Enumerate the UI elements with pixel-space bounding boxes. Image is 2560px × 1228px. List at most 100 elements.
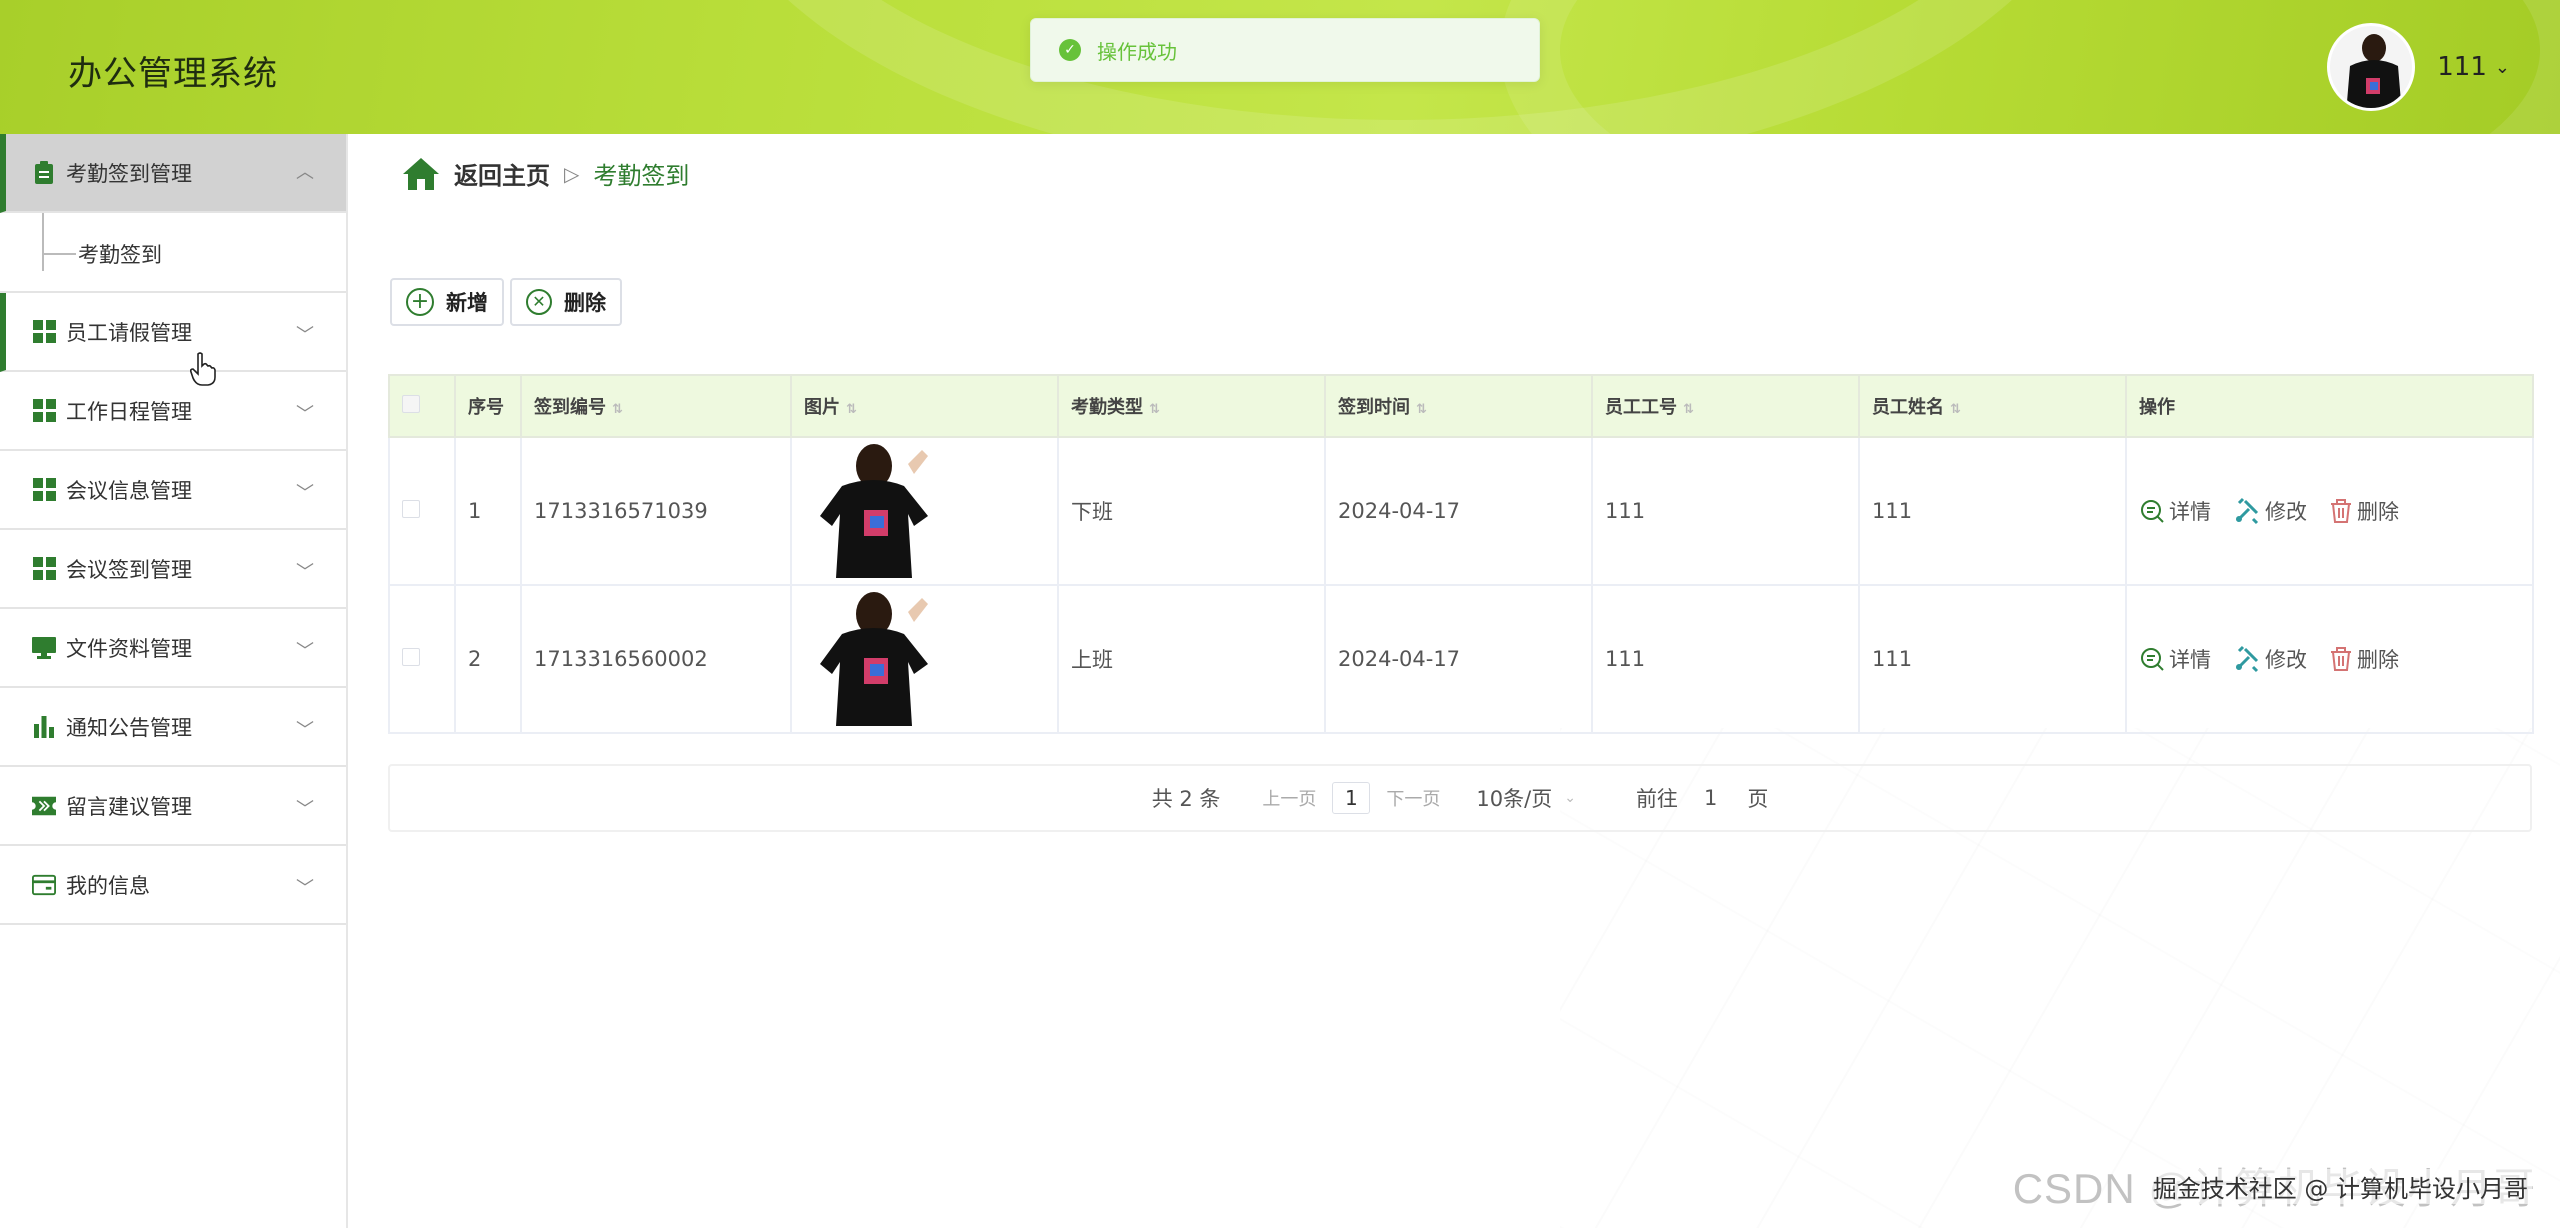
close-circle-icon: ✕ [526, 289, 552, 315]
row-checkbox[interactable] [402, 648, 420, 666]
chevron-up-icon: ︿ [296, 162, 314, 183]
prev-page-button[interactable]: 上一页 [1262, 785, 1316, 811]
detail-action[interactable]: 详情 [2139, 496, 2211, 526]
chevron-down-icon: ﹀ [296, 641, 314, 662]
page-number-current[interactable]: 1 [1332, 782, 1371, 814]
attendance-table: 序号 签到编号 ⇅ 图片 ⇅ 考勤类型 ⇅ 签到时间 ⇅ 员工工号 ⇅ 员工姓名 ⇅ 操作 … [388, 374, 2534, 734]
row-checkbox[interactable] [402, 500, 420, 518]
column-header-image[interactable]: 图片 ⇅ [790, 374, 1059, 438]
column-header-type[interactable]: 考勤类型 ⇅ [1057, 374, 1326, 438]
grid-icon [32, 478, 56, 502]
sidebar-subitem-label: 考勤签到 [78, 243, 162, 267]
sidebar-subitem-attendance-checkin[interactable]: 考勤签到 [42, 239, 162, 269]
pagination: 共 2 条 上一页 1 下一页 10条/页 ⌄ 前往 1 页 [388, 764, 2532, 832]
page-size-select[interactable]: 10条/页 ⌄ [1476, 783, 1576, 813]
column-header-time[interactable]: 签到时间 ⇅ [1324, 374, 1593, 438]
cell-actions: 详情 修改 删除 [2125, 584, 2534, 734]
sidebar-item-suggestion[interactable]: 留言建议管理 ﹀ [0, 767, 346, 846]
chevron-down-icon: ﹀ [296, 325, 314, 346]
cell-emp-name: 111 [1858, 584, 2127, 734]
column-header-emp-name[interactable]: 员工姓名 ⇅ [1858, 374, 2127, 438]
cell-type: 上班 [1057, 584, 1326, 734]
grid-icon [32, 399, 56, 423]
page-size-value: 10条/页 [1476, 787, 1553, 811]
tree-branch [42, 253, 76, 255]
sort-icon[interactable]: ⇅ [846, 402, 857, 417]
delete-button-label: 删除 [564, 291, 606, 315]
cell-code: 1713316571039 [520, 436, 792, 586]
table-row: 1 1713316571039 下班 2024-04-17 111 111 详情… [388, 436, 2534, 586]
sidebar-item-files[interactable]: 文件资料管理 ﹀ [0, 609, 346, 688]
sort-icon[interactable]: ⇅ [1683, 402, 1694, 417]
sidebar-item-my-info[interactable]: 我的信息 ﹀ [0, 846, 346, 925]
sidebar-item-meeting-checkin[interactable]: 会议签到管理 ﹀ [0, 530, 346, 609]
chevron-down-icon: ﹀ [296, 562, 314, 583]
sidebar-item-label: 通知公告管理 [66, 715, 192, 740]
attendance-photo[interactable] [804, 592, 942, 726]
breadcrumb: 返回主页 ▷ 考勤签到 [402, 156, 689, 191]
hand-cursor-icon [190, 352, 216, 386]
column-header-code[interactable]: 签到编号 ⇅ [520, 374, 792, 438]
breadcrumb-current: 考勤签到 [593, 162, 690, 190]
chevron-down-icon[interactable]: ⌄ [2495, 57, 2510, 78]
select-all-checkbox[interactable] [402, 394, 420, 413]
add-button-label: 新增 [446, 291, 488, 315]
avatar[interactable] [2327, 23, 2416, 111]
detail-action[interactable]: 详情 [2139, 644, 2211, 674]
app-title: 办公管理系统 [68, 54, 278, 94]
sort-icon[interactable]: ⇅ [1950, 402, 1961, 417]
sort-icon[interactable]: ⇅ [1416, 402, 1427, 417]
breadcrumb-home-link[interactable]: 返回主页 [454, 156, 550, 191]
delete-action[interactable]: 删除 [2329, 496, 2399, 526]
edit-action[interactable]: 修改 [2233, 644, 2307, 674]
wrench-icon [2235, 645, 2259, 673]
chevron-down-icon: ﹀ [296, 799, 314, 820]
cell-actions: 详情 修改 删除 [2125, 436, 2534, 586]
table-header-row: 序号 签到编号 ⇅ 图片 ⇅ 考勤类型 ⇅ 签到时间 ⇅ 员工工号 ⇅ 员工姓名 ⇅ 操作 [388, 374, 2534, 438]
add-button[interactable]: + 新增 [390, 278, 504, 326]
cell-time: 2024-04-17 [1324, 436, 1593, 586]
chevron-down-icon: ﹀ [296, 404, 314, 425]
chevron-down-icon: ⌄ [1564, 790, 1576, 806]
sidebar-item-meeting-info[interactable]: 会议信息管理 ﹀ [0, 451, 346, 530]
sidebar-item-attendance[interactable]: 考勤签到管理 ︿ [0, 134, 346, 213]
sort-icon[interactable]: ⇅ [612, 402, 623, 417]
sidebar: 考勤签到管理 ︿ 考勤签到 员工请假管理 ﹀ 工作日程管理 ﹀ 会议信息管理 ﹀… [0, 134, 348, 1228]
sidebar-item-label: 员工请假管理 [66, 320, 192, 345]
grid-icon [32, 320, 56, 344]
attendance-photo[interactable] [804, 444, 942, 578]
cell-emp-no: 111 [1591, 436, 1860, 586]
next-page-button[interactable]: 下一页 [1386, 785, 1440, 811]
sidebar-item-label: 会议签到管理 [66, 557, 192, 582]
column-header-actions: 操作 [2125, 374, 2534, 438]
table-row: 2 1713316560002 上班 2024-04-17 111 111 详情… [388, 584, 2534, 734]
delete-action[interactable]: 删除 [2329, 644, 2399, 674]
bar-chart-icon [32, 715, 56, 739]
sidebar-item-schedule[interactable]: 工作日程管理 ﹀ [0, 372, 346, 451]
goto-suffix: 页 [1747, 787, 1769, 811]
sidebar-item-label: 工作日程管理 [66, 399, 192, 424]
delete-button[interactable]: ✕ 删除 [510, 278, 622, 326]
column-header-emp-no[interactable]: 员工工号 ⇅ [1591, 374, 1860, 438]
detail-icon [2141, 500, 2164, 523]
edit-action[interactable]: 修改 [2233, 496, 2307, 526]
clipboard-icon [32, 160, 56, 185]
detail-icon [2141, 648, 2164, 671]
user-menu[interactable]: 111 ⌄ [2327, 22, 2510, 112]
user-name: 111 [2437, 52, 2487, 82]
chevron-down-icon: ﹀ [296, 720, 314, 741]
cell-code: 1713316560002 [520, 584, 792, 734]
cell-index: 1 [454, 436, 522, 586]
goto-page-input[interactable]: 1 [1704, 786, 1717, 810]
sort-icon[interactable]: ⇅ [1149, 402, 1160, 417]
sidebar-item-notice[interactable]: 通知公告管理 ﹀ [0, 688, 346, 767]
goto-label: 前往 [1635, 787, 1678, 811]
watermark-front: 掘金技术社区 @ 计算机毕设小月哥 [2148, 1169, 2532, 1204]
select-all-cell [388, 374, 456, 438]
sidebar-item-leave[interactable]: 员工请假管理 ﹀ [0, 293, 346, 372]
top-header: 办公管理系统 ✓ 操作成功 111 ⌄ [0, 0, 2560, 134]
breadcrumb-separator-icon: ▷ [564, 161, 580, 186]
sidebar-item-label: 考勤签到管理 [66, 161, 192, 186]
cell-image [790, 436, 1059, 586]
home-icon[interactable] [402, 157, 440, 191]
